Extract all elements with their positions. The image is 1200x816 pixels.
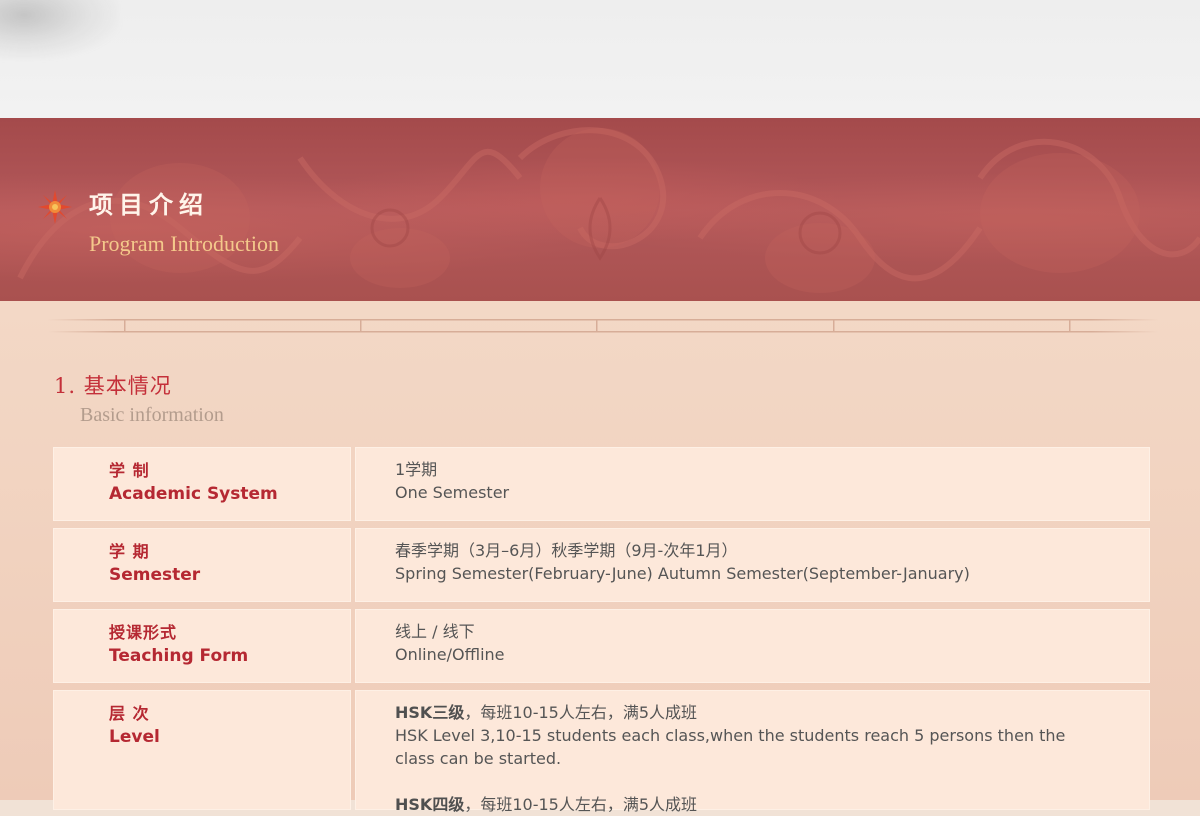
row-value-chinese: 春季学期（3月–6月）秋季学期（9月-次年1月） <box>395 541 738 560</box>
table-value-cell: 线上 / 线下 Online/Offline <box>355 609 1150 683</box>
class-size-text: ，每班10-15人左右，满5人成班 <box>464 795 698 814</box>
row-value-chinese: HSK三级，每班10-15人左右，满5人成班 <box>395 701 1110 724</box>
row-label-chinese: 学 期 <box>109 542 150 561</box>
table-label-cell: 层 次 Level <box>53 690 351 810</box>
row-value-chinese: 1学期 <box>395 460 438 479</box>
row-value-english: HSK Level 3,10-15 students each class,wh… <box>395 726 1066 768</box>
row-label-english: Academic System <box>109 484 278 504</box>
table-row-level: 层 次 Level HSK三级，每班10-15人左右，满5人成班 HSK Lev… <box>53 690 1150 814</box>
row-value-chinese-2: HSK四级，每班10-15人左右，满5人成班 <box>395 793 1110 816</box>
row-value-english: One Semester <box>395 483 510 502</box>
table-label-cell: 授课形式 Teaching Form <box>53 609 351 683</box>
row-label-english: Level <box>109 727 160 747</box>
row-label-english: Teaching Form <box>109 646 249 666</box>
banner-title-english: Program Introduction <box>89 231 280 256</box>
row-label-chinese: 层 次 <box>109 704 150 723</box>
ink-wash-decoration <box>0 0 120 60</box>
top-header-area <box>0 0 1200 118</box>
banner-title-chinese: 项目介绍 <box>89 190 209 219</box>
table-row-academic-system: 学 制 Academic System 1学期 One Semester <box>53 447 1150 521</box>
section-title-chinese: 1. 基本情况 <box>54 374 172 398</box>
table-row-teaching-form: 授课形式 Teaching Form 线上 / 线下 Online/Offlin… <box>53 609 1150 683</box>
table-value-cell: 1学期 One Semester <box>355 447 1150 521</box>
table-value-cell: HSK三级，每班10-15人左右，满5人成班 HSK Level 3,10-15… <box>355 690 1150 814</box>
hsk-level-label: HSK四级 <box>395 795 465 814</box>
table-label-cell: 学 制 Academic System <box>53 447 351 521</box>
row-label-english: Semester <box>109 565 201 585</box>
table-value-cell: 春季学期（3月–6月）秋季学期（9月-次年1月） Spring Semester… <box>355 528 1150 602</box>
decorative-divider <box>48 319 1158 333</box>
table-label-cell: 学 期 Semester <box>53 528 351 602</box>
table-row-semester: 学 期 Semester 春季学期（3月–6月）秋季学期（9月-次年1月） Sp… <box>53 528 1150 602</box>
hsk-level-label: HSK三级 <box>395 703 465 722</box>
row-value-english: Spring Semester(February-June) Autumn Se… <box>395 564 970 583</box>
row-value-chinese: 线上 / 线下 <box>395 622 475 641</box>
section-title-english: Basic information <box>80 404 224 426</box>
row-label-chinese: 学 制 <box>109 461 150 480</box>
sun-flower-icon <box>38 190 72 224</box>
class-size-text: ，每班10-15人左右，满5人成班 <box>464 703 698 722</box>
row-label-chinese: 授课形式 <box>109 623 178 642</box>
row-value-english: Online/Offline <box>395 645 505 664</box>
